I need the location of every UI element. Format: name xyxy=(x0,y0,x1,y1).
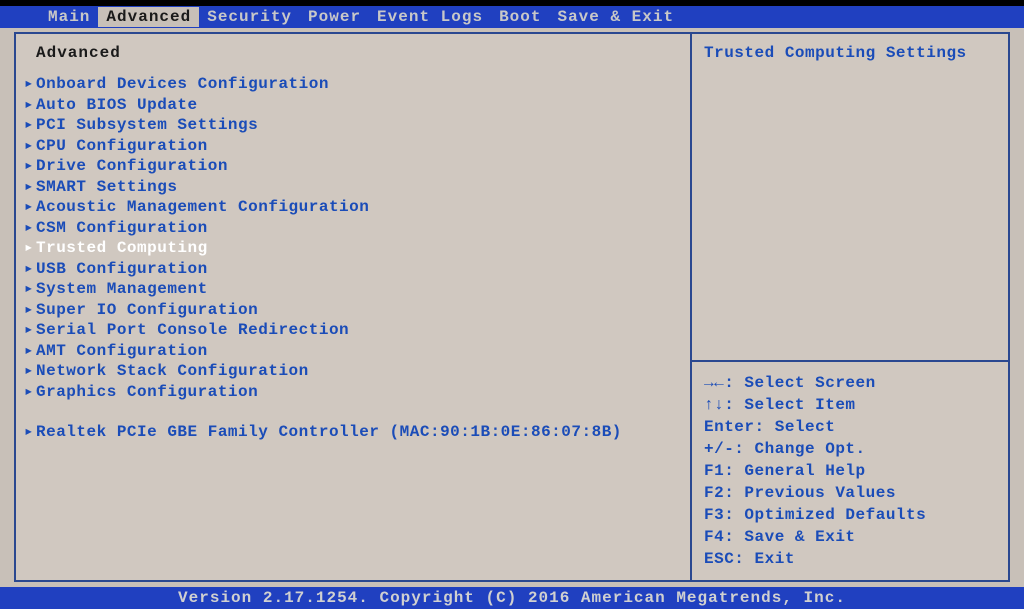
help-change-opt: +/-: Change Opt. xyxy=(704,438,998,460)
menu-label: Realtek PCIe GBE Family Controller (MAC:… xyxy=(36,422,622,443)
menu-realtek-gbe[interactable]: ▸ Realtek PCIe GBE Family Controller (MA… xyxy=(22,422,684,443)
menu-label: PCI Subsystem Settings xyxy=(36,115,258,136)
menu-acoustic-mgmt[interactable]: ▸ Acoustic Management Configuration xyxy=(22,197,684,218)
help-f2: F2: Previous Values xyxy=(704,482,998,504)
triangle-right-icon: ▸ xyxy=(22,382,36,403)
menu-usb-config[interactable]: ▸ USB Configuration xyxy=(22,259,684,280)
menu-cpu-config[interactable]: ▸ CPU Configuration xyxy=(22,136,684,157)
triangle-right-icon: ▸ xyxy=(22,279,36,300)
help-select-item: ↑↓: Select Item xyxy=(704,394,998,416)
triangle-right-icon: ▸ xyxy=(22,300,36,321)
menu-amt-config[interactable]: ▸ AMT Configuration xyxy=(22,341,684,362)
menu-label: Acoustic Management Configuration xyxy=(36,197,369,218)
menu-auto-bios-update[interactable]: ▸ Auto BIOS Update xyxy=(22,95,684,116)
triangle-right-icon: ▸ xyxy=(22,218,36,239)
triangle-right-icon: ▸ xyxy=(22,136,36,157)
menu-drive-config[interactable]: ▸ Drive Configuration xyxy=(22,156,684,177)
menu-label: Trusted Computing xyxy=(36,238,208,259)
advanced-menu-panel: Advanced ▸ Onboard Devices Configuration… xyxy=(14,32,690,582)
panel-title: Advanced xyxy=(22,44,684,74)
menu-onboard-devices[interactable]: ▸ Onboard Devices Configuration xyxy=(22,74,684,95)
menu-network-stack[interactable]: ▸ Network Stack Configuration xyxy=(22,361,684,382)
help-title: Trusted Computing Settings xyxy=(692,34,1008,66)
tab-security[interactable]: Security xyxy=(199,7,300,27)
menu-label: Graphics Configuration xyxy=(36,382,258,403)
menu-pci-subsystem[interactable]: ▸ PCI Subsystem Settings xyxy=(22,115,684,136)
tab-advanced[interactable]: Advanced xyxy=(98,7,199,27)
menu-system-mgmt[interactable]: ▸ System Management xyxy=(22,279,684,300)
triangle-right-icon: ▸ xyxy=(22,422,36,443)
help-select-screen: →←: Select Screen xyxy=(704,372,998,394)
menu-label: Onboard Devices Configuration xyxy=(36,74,329,95)
menu-label: USB Configuration xyxy=(36,259,208,280)
menu-label: Network Stack Configuration xyxy=(36,361,309,382)
bios-tab-bar: Main Advanced Security Power Event Logs … xyxy=(0,6,1024,28)
help-enter: Enter: Select xyxy=(704,416,998,438)
triangle-right-icon: ▸ xyxy=(22,156,36,177)
menu-label: Serial Port Console Redirection xyxy=(36,320,349,341)
triangle-right-icon: ▸ xyxy=(22,74,36,95)
tab-boot[interactable]: Boot xyxy=(491,7,549,27)
menu-label: CPU Configuration xyxy=(36,136,208,157)
menu-label: System Management xyxy=(36,279,208,300)
triangle-right-icon: ▸ xyxy=(22,197,36,218)
keyboard-help: →←: Select Screen ↑↓: Select Item Enter:… xyxy=(692,362,1008,580)
triangle-right-icon: ▸ xyxy=(22,361,36,382)
menu-label: Drive Configuration xyxy=(36,156,228,177)
triangle-right-icon: ▸ xyxy=(22,95,36,116)
help-f3: F3: Optimized Defaults xyxy=(704,504,998,526)
help-f4: F4: Save & Exit xyxy=(704,526,998,548)
triangle-right-icon: ▸ xyxy=(22,341,36,362)
menu-label: AMT Configuration xyxy=(36,341,208,362)
menu-trusted-computing[interactable]: ▸ Trusted Computing xyxy=(22,238,684,259)
menu-label: Super IO Configuration xyxy=(36,300,258,321)
tab-save-exit[interactable]: Save & Exit xyxy=(549,7,682,27)
menu-label: Auto BIOS Update xyxy=(36,95,198,116)
tab-event-logs[interactable]: Event Logs xyxy=(369,7,491,27)
help-panel: Trusted Computing Settings →←: Select Sc… xyxy=(690,32,1010,582)
triangle-right-icon: ▸ xyxy=(22,238,36,259)
bios-footer: Version 2.17.1254. Copyright (C) 2016 Am… xyxy=(0,587,1024,609)
menu-graphics-config[interactable]: ▸ Graphics Configuration xyxy=(22,382,684,403)
tab-power[interactable]: Power xyxy=(300,7,369,27)
menu-serial-port[interactable]: ▸ Serial Port Console Redirection xyxy=(22,320,684,341)
triangle-right-icon: ▸ xyxy=(22,177,36,198)
menu-label: CSM Configuration xyxy=(36,218,208,239)
tab-main[interactable]: Main xyxy=(40,7,98,27)
menu-super-io[interactable]: ▸ Super IO Configuration xyxy=(22,300,684,321)
help-f1: F1: General Help xyxy=(704,460,998,482)
menu-label: SMART Settings xyxy=(36,177,177,198)
help-esc: ESC: Exit xyxy=(704,548,998,570)
menu-csm-config[interactable]: ▸ CSM Configuration xyxy=(22,218,684,239)
triangle-right-icon: ▸ xyxy=(22,259,36,280)
menu-smart-settings[interactable]: ▸ SMART Settings xyxy=(22,177,684,198)
triangle-right-icon: ▸ xyxy=(22,115,36,136)
triangle-right-icon: ▸ xyxy=(22,320,36,341)
